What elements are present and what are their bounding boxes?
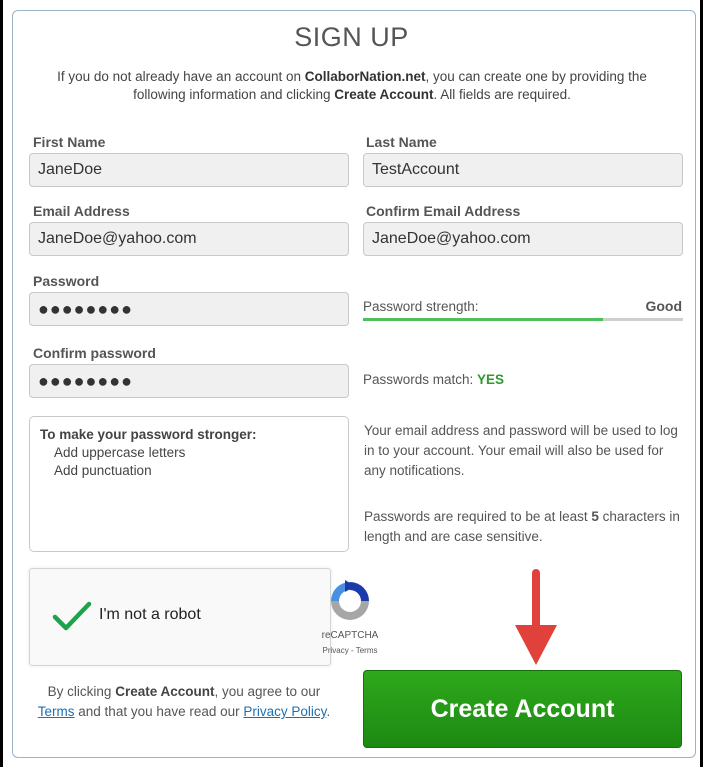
first-name-input[interactable] bbox=[29, 153, 349, 187]
password-tips-title: To make your password stronger: bbox=[40, 427, 257, 442]
account-info-text: Your email address and password will be … bbox=[364, 423, 678, 478]
last-name-label: Last Name bbox=[366, 134, 437, 150]
terms-link[interactable]: Terms bbox=[38, 704, 75, 719]
passwords-match-value: YES bbox=[477, 372, 505, 387]
passwords-match-label: Passwords match: bbox=[363, 372, 478, 387]
intro-part3: . All fields are required. bbox=[433, 87, 571, 102]
legal-part4: . bbox=[326, 704, 331, 719]
intro-site: CollaborNation.net bbox=[304, 69, 426, 84]
password-input[interactable] bbox=[29, 292, 349, 326]
password-strength-value: Good bbox=[645, 298, 682, 314]
checkmark-icon[interactable] bbox=[52, 600, 92, 632]
recaptcha-logo-icon bbox=[331, 580, 369, 620]
down-arrow-icon bbox=[515, 569, 557, 665]
password-tips-box: To make your password stronger: Add uppe… bbox=[29, 416, 349, 552]
recaptcha-widget[interactable]: I'm not a robot bbox=[29, 568, 331, 666]
page-title: SIGN UP bbox=[294, 22, 409, 52]
password-strength-fill bbox=[363, 318, 603, 321]
password-rules-part1: Passwords are required to be at least bbox=[364, 509, 592, 524]
last-name-input[interactable] bbox=[363, 153, 683, 187]
window-border-left bbox=[0, 0, 3, 767]
recaptcha-brand: reCAPTCHA bbox=[321, 630, 379, 641]
password-label: Password bbox=[33, 273, 100, 289]
legal-part2: , you agree to our bbox=[214, 684, 321, 699]
password-tip: Add punctuation bbox=[54, 463, 152, 478]
intro-part1: If you do not already have an account on bbox=[57, 69, 305, 84]
confirm-password-label: Confirm password bbox=[33, 345, 156, 361]
first-name-label: First Name bbox=[33, 134, 106, 150]
legal-part3: and that you have read our bbox=[74, 704, 244, 719]
passwords-match-status: Passwords match: YES bbox=[363, 372, 504, 387]
legal-part1: By clicking bbox=[47, 684, 116, 699]
password-tip: Add uppercase letters bbox=[54, 445, 186, 460]
password-strength-label: Password strength: bbox=[363, 299, 479, 314]
intro-text: If you do not already have an account on… bbox=[34, 68, 670, 104]
legal-notice: By clicking Create Account, you agree to… bbox=[34, 682, 334, 722]
email-label: Email Address bbox=[33, 203, 130, 219]
confirm-password-input[interactable] bbox=[29, 364, 349, 398]
intro-button-ref: Create Account bbox=[334, 87, 434, 102]
confirm-email-label: Confirm Email Address bbox=[366, 203, 521, 219]
recaptcha-privacy-terms[interactable]: Privacy - Terms bbox=[300, 646, 400, 655]
privacy-policy-link[interactable]: Privacy Policy bbox=[243, 704, 326, 719]
legal-button-ref: Create Account bbox=[115, 684, 215, 699]
password-strength-meter bbox=[363, 318, 683, 321]
password-min-length: 5 bbox=[591, 509, 599, 524]
password-rules-text: Passwords are required to be at least 5 … bbox=[364, 507, 684, 547]
create-account-button[interactable]: Create Account bbox=[363, 670, 682, 748]
recaptcha-label: I'm not a robot bbox=[99, 606, 201, 623]
confirm-email-input[interactable] bbox=[363, 222, 683, 256]
email-input[interactable] bbox=[29, 222, 349, 256]
